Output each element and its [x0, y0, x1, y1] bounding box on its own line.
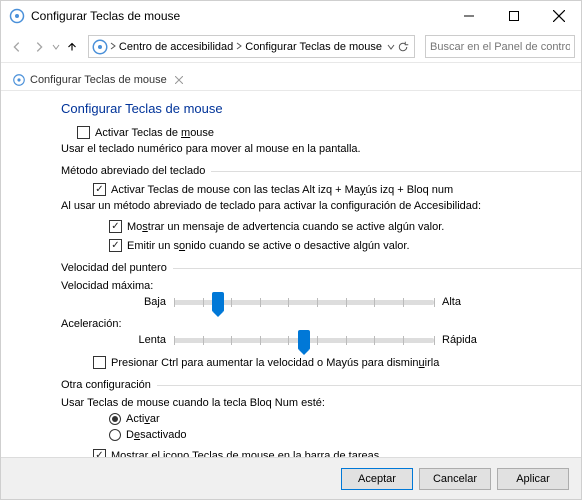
breadcrumb-icon	[91, 38, 109, 56]
navbar: Centro de accesibilidad Configurar Tecla…	[1, 31, 581, 63]
numlock-label: Usar Teclas de mouse cuando la tecla Blo…	[61, 397, 581, 409]
tab-row: Configurar Teclas de mouse	[1, 63, 581, 91]
ctrl-speed-label: Presionar Ctrl para aumentar la velocida…	[111, 357, 439, 369]
numlock-on-label: Activar	[126, 413, 160, 425]
nav-up-button[interactable]	[62, 35, 82, 59]
shortcut-enable-checkbox[interactable]	[93, 183, 106, 196]
tab-label: Configurar Teclas de mouse	[30, 74, 167, 86]
breadcrumb-refresh[interactable]	[384, 41, 412, 53]
tab-icon	[12, 73, 26, 87]
shortcut-description: Al usar un método abreviado de teclado p…	[61, 200, 581, 212]
ok-button[interactable]: Aceptar	[341, 468, 413, 490]
accel-label: Aceleración:	[61, 318, 581, 330]
close-button[interactable]	[536, 1, 581, 31]
breadcrumb-part-1[interactable]: Centro de accesibilidad	[117, 39, 235, 55]
minimize-button[interactable]	[446, 1, 491, 31]
taskbar-icon-label: Mostrar el icono Teclas de mouse en la b…	[111, 450, 379, 458]
shortcut-group-label: Método abreviado del teclado	[61, 165, 581, 177]
nav-forward-button[interactable]	[29, 35, 49, 59]
numlock-on-radio[interactable]	[109, 413, 121, 425]
breadcrumb[interactable]: Centro de accesibilidad Configurar Tecla…	[88, 35, 415, 58]
numlock-off-radio[interactable]	[109, 429, 121, 441]
accel-fast-label: Rápida	[442, 334, 502, 346]
max-speed-thumb[interactable]	[212, 292, 224, 312]
nav-back-button[interactable]	[7, 35, 27, 59]
sound-checkbox[interactable]	[109, 239, 122, 252]
window: Configurar Teclas de mouse Centro de acc…	[0, 0, 582, 500]
titlebar: Configurar Teclas de mouse	[1, 1, 581, 31]
page-title: Configurar Teclas de mouse	[61, 101, 581, 116]
search-input[interactable]	[425, 35, 575, 58]
ctrl-speed-checkbox[interactable]	[93, 356, 106, 369]
maximize-button[interactable]	[491, 1, 536, 31]
activate-mousekeys-label: Activar Teclas de mouse	[95, 127, 214, 139]
sound-label: Emitir un sonido cuando se active o desa…	[127, 240, 410, 252]
warn-label: Mostrar un mensaje de advertencia cuando…	[127, 221, 444, 233]
button-bar: Aceptar Cancelar Aplicar	[1, 457, 581, 499]
shortcut-enable-label: Activar Teclas de mouse con las teclas A…	[111, 184, 453, 196]
max-speed-slider[interactable]	[174, 300, 434, 305]
activate-mousekeys-row: Activar Teclas de mouse	[77, 126, 581, 139]
max-speed-high-label: Alta	[442, 296, 502, 308]
shortcut-group: Método abreviado del teclado Activar Tec…	[61, 165, 581, 252]
activate-description: Usar el teclado numérico para mover al m…	[61, 143, 581, 155]
numlock-off-label: Desactivado	[126, 429, 187, 441]
max-speed-label: Velocidad máxima:	[61, 280, 581, 292]
warn-checkbox[interactable]	[109, 220, 122, 233]
content: Configurar Teclas de mouse Activar Tecla…	[1, 91, 581, 457]
cancel-button[interactable]: Cancelar	[419, 468, 491, 490]
nav-history-dropdown[interactable]	[52, 43, 60, 51]
accel-slider[interactable]	[174, 338, 434, 343]
accel-slow-label: Lenta	[121, 334, 166, 346]
taskbar-icon-checkbox[interactable]	[93, 449, 106, 457]
tab-close-icon[interactable]	[173, 74, 185, 86]
chevron-icon	[109, 41, 117, 53]
accel-thumb[interactable]	[298, 330, 310, 350]
speed-group-label: Velocidad del puntero	[61, 262, 581, 274]
window-title: Configurar Teclas de mouse	[31, 9, 446, 23]
chevron-icon	[235, 41, 243, 53]
app-icon	[9, 8, 25, 24]
max-speed-low-label: Baja	[121, 296, 166, 308]
tab-mouse-keys[interactable]: Configurar Teclas de mouse	[5, 68, 192, 90]
window-controls	[446, 1, 581, 31]
activate-mousekeys-checkbox[interactable]	[77, 126, 90, 139]
other-group-label: Otra configuración	[61, 379, 581, 391]
apply-button[interactable]: Aplicar	[497, 468, 569, 490]
other-group: Otra configuración Usar Teclas de mouse …	[61, 379, 581, 457]
speed-group: Velocidad del puntero Velocidad máxima: …	[61, 262, 581, 369]
breadcrumb-part-2[interactable]: Configurar Teclas de mouse	[243, 39, 384, 55]
